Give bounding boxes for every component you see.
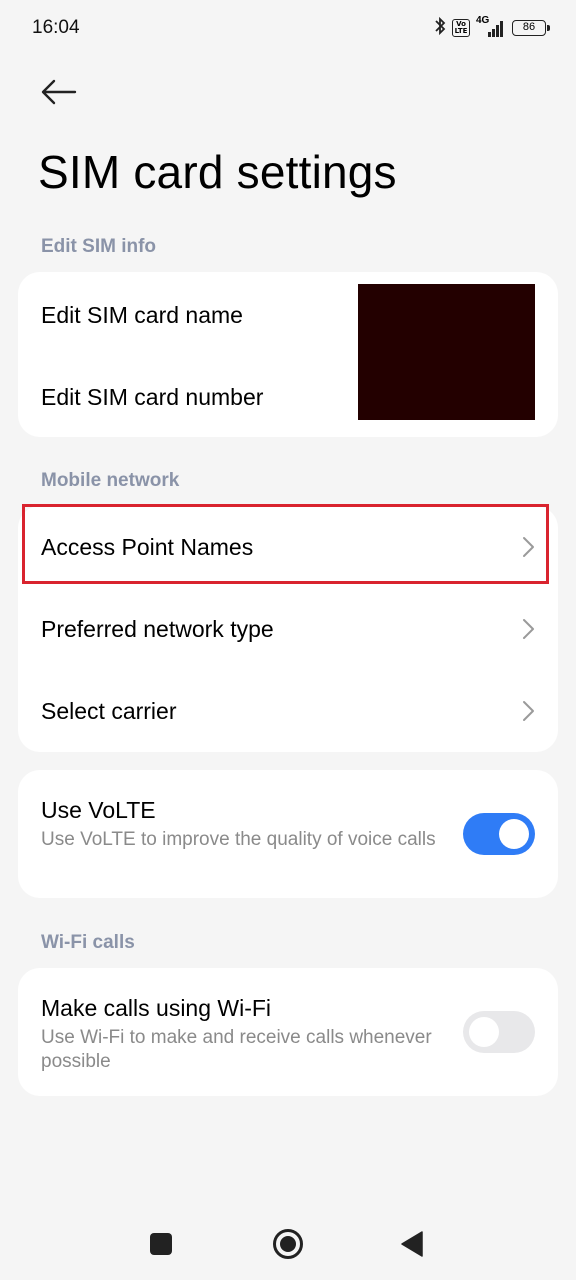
page-title: SIM card settings	[38, 146, 397, 198]
section-label-mobile-network: Mobile network	[41, 470, 180, 491]
volte-icon: Vo LTE	[452, 19, 470, 37]
volte-subtitle: Use VoLTE to improve the quality of voic…	[41, 829, 436, 850]
back-button[interactable]	[34, 70, 84, 114]
edit-sim-name-label: Edit SIM card name	[41, 301, 243, 328]
chevron-right-icon	[523, 701, 534, 721]
signal-icon: 4G	[476, 15, 506, 38]
recents-square-icon	[150, 1233, 172, 1255]
edit-sim-number-label: Edit SIM card number	[41, 383, 264, 410]
status-time: 16:04	[32, 17, 80, 38]
wifi-calls-toggle[interactable]	[463, 1011, 535, 1053]
back-nav-button[interactable]	[390, 1222, 434, 1266]
recents-button[interactable]	[139, 1222, 183, 1266]
preferred-network-type-row[interactable]: Preferred network type	[18, 588, 558, 670]
home-button[interactable]	[266, 1222, 310, 1266]
wifi-calls-card: Make calls using Wi-Fi Use Wi-Fi to make…	[18, 968, 558, 1096]
volte-card: Use VoLTE Use VoLTE to improve the quali…	[18, 770, 558, 898]
arrow-left-icon	[41, 79, 77, 105]
back-triangle-icon	[401, 1231, 423, 1257]
battery-icon: 86	[512, 20, 550, 36]
status-icons: Vo LTE 4G 86	[434, 15, 550, 41]
preferred-network-type-label: Preferred network type	[41, 615, 274, 642]
status-bar: 16:04 Vo LTE 4G 86	[0, 0, 576, 58]
section-label-wifi-calls: Wi-Fi calls	[41, 932, 135, 953]
chevron-right-icon	[523, 619, 534, 639]
toggle-knob	[499, 819, 529, 849]
navigation-bar	[0, 1200, 576, 1280]
bluetooth-icon	[434, 16, 446, 41]
volte-title: Use VoLTE	[41, 797, 156, 823]
select-carrier-label: Select carrier	[41, 697, 177, 724]
redacted-block	[358, 284, 535, 420]
highlight-box	[22, 504, 549, 584]
section-label-edit-sim: Edit SIM info	[41, 236, 157, 257]
wifi-calls-title: Make calls using Wi-Fi	[41, 995, 272, 1021]
home-circle-icon	[273, 1229, 303, 1259]
toggle-knob	[469, 1017, 499, 1047]
volte-toggle[interactable]	[463, 813, 535, 855]
select-carrier-row[interactable]: Select carrier	[18, 670, 558, 752]
wifi-calls-subtitle: Use Wi-Fi to make and receive calls when…	[41, 1027, 432, 1072]
